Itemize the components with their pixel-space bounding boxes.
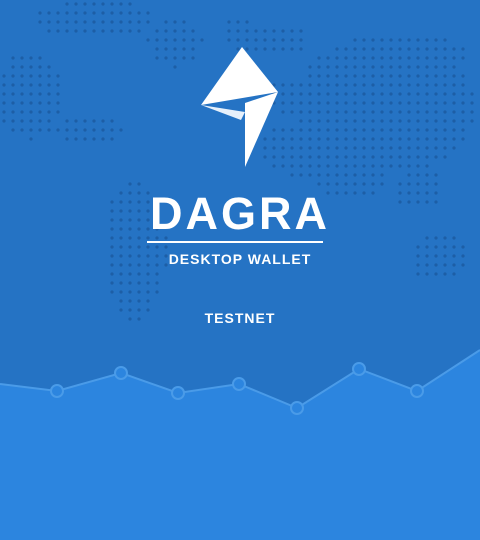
brand-underline	[147, 241, 323, 243]
lightning-bolt-logo-icon	[201, 47, 278, 167]
chart-point	[290, 401, 304, 415]
chart-point	[50, 384, 64, 398]
chart-point	[410, 384, 424, 398]
app-subtitle: DESKTOP WALLET	[168, 251, 312, 267]
chart-point	[352, 362, 366, 376]
splash-screen: DAGRA DESKTOP WALLET TESTNET	[0, 0, 480, 540]
chart-point	[171, 386, 185, 400]
chart-point	[114, 366, 128, 380]
brand-title: DAGRA	[150, 188, 330, 239]
chart-point	[232, 377, 246, 391]
network-label: TESTNET	[204, 310, 276, 326]
